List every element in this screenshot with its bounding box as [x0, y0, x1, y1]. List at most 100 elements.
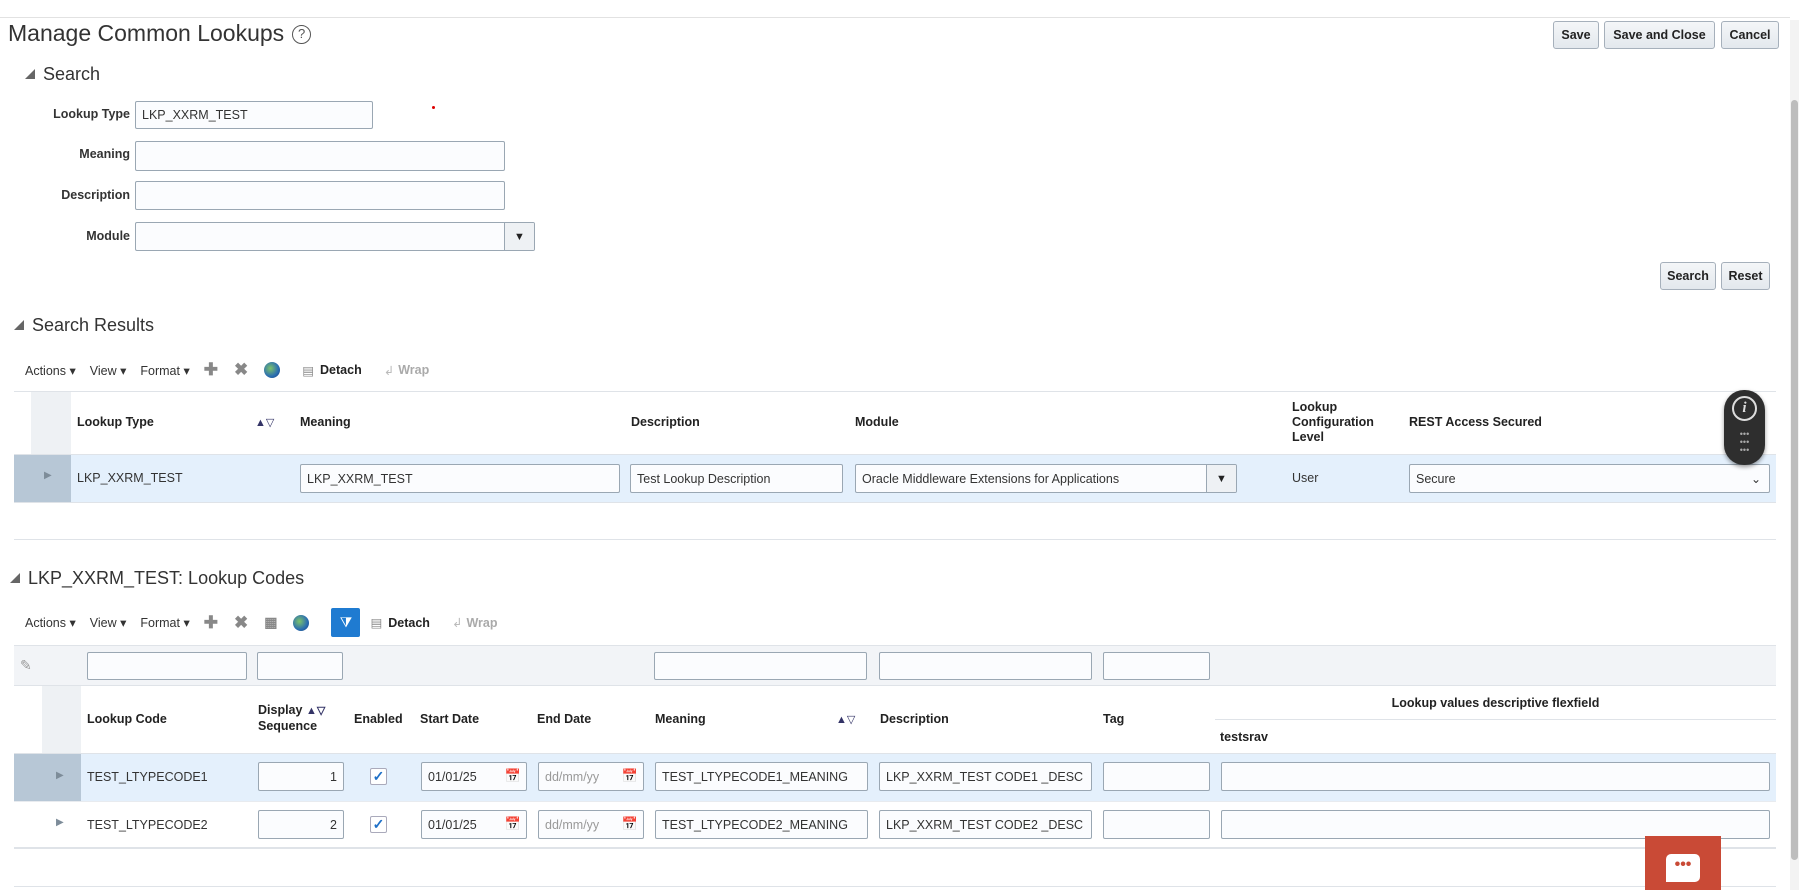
lookup-code-cell: TEST_LTYPECODE2: [87, 818, 208, 832]
filter-tag[interactable]: [1103, 652, 1210, 680]
add-icon[interactable]: ✚: [204, 613, 218, 633]
row-selector[interactable]: ▶: [14, 455, 71, 502]
edit-pencil-icon: ✎: [20, 657, 32, 673]
cancel-button[interactable]: Cancel: [1721, 21, 1779, 49]
scrollbar[interactable]: [1790, 20, 1799, 890]
meaning-input[interactable]: TEST_LTYPECODE2_MEANING: [655, 810, 868, 839]
view-menu[interactable]: View ▾: [90, 363, 127, 378]
col-display-sequence[interactable]: Display ▲▽ Sequence: [258, 703, 325, 734]
search-button[interactable]: Search: [1660, 262, 1716, 290]
chevron-down-icon: ⌄: [1750, 471, 1761, 486]
description-input[interactable]: [135, 181, 505, 210]
reset-button[interactable]: Reset: [1721, 262, 1770, 290]
description-input[interactable]: Test Lookup Description: [630, 464, 843, 493]
col-lookup-type[interactable]: Lookup Type: [77, 415, 154, 429]
grid-dots-icon[interactable]: ••• ••• •••: [1724, 430, 1765, 455]
end-date-input[interactable]: dd/mm/yy 📅: [538, 810, 644, 839]
row-selector[interactable]: ▶: [42, 802, 81, 848]
save-button[interactable]: Save: [1553, 21, 1599, 49]
codes-toolbar: Actions ▾ View ▾ Format ▾ ✚ ✖ ▦ ⧩ ▤ Deta…: [25, 608, 497, 637]
col-tag[interactable]: Tag: [1103, 712, 1124, 726]
col-start-date[interactable]: Start Date: [420, 712, 479, 726]
detach-icon[interactable]: ▤: [370, 615, 382, 630]
actions-menu[interactable]: Actions ▾: [25, 363, 76, 378]
scrollbar-thumb[interactable]: [1791, 100, 1798, 860]
calendar-icon[interactable]: 📅: [505, 816, 521, 832]
format-menu[interactable]: Format ▾: [140, 615, 189, 630]
col-meaning[interactable]: Meaning: [655, 712, 706, 726]
save-and-close-button[interactable]: Save and Close: [1604, 21, 1715, 49]
start-date-input[interactable]: 01/01/25 📅: [421, 762, 527, 791]
columns-icon[interactable]: ▦: [264, 614, 277, 631]
testsrav-input[interactable]: [1221, 810, 1770, 839]
tag-input[interactable]: [1103, 810, 1210, 839]
collapse-icon: [25, 69, 35, 79]
delete-icon[interactable]: ✖: [234, 360, 248, 380]
detach-button[interactable]: Detach: [388, 616, 430, 630]
enabled-checkbox[interactable]: ✓: [370, 816, 387, 833]
lookup-type-input[interactable]: LKP_XXRM_TEST: [135, 101, 373, 129]
detach-button[interactable]: Detach: [320, 363, 362, 377]
dropdown-icon[interactable]: ▼: [504, 223, 534, 250]
testsrav-input[interactable]: [1221, 762, 1770, 791]
col-end-date[interactable]: End Date: [537, 712, 591, 726]
view-menu[interactable]: View ▾: [90, 615, 127, 630]
search-results-header[interactable]: Search Results: [14, 315, 154, 336]
end-date-input[interactable]: dd/mm/yy 📅: [538, 762, 644, 791]
description-input[interactable]: LKP_XXRM_TEST CODE1 _DESC: [879, 762, 1092, 791]
description-input[interactable]: LKP_XXRM_TEST CODE2 _DESC: [879, 810, 1092, 839]
detach-icon[interactable]: ▤: [302, 363, 314, 378]
actions-menu[interactable]: Actions ▾: [25, 615, 76, 630]
col-description[interactable]: Description: [631, 415, 700, 429]
row-selector[interactable]: ▶: [14, 754, 81, 801]
sort-icons: ▲▽: [305, 705, 326, 717]
translate-globe-icon[interactable]: [293, 614, 310, 631]
add-icon[interactable]: ✚: [204, 360, 218, 380]
filter-meaning[interactable]: [654, 652, 867, 680]
help-icon[interactable]: ?: [292, 25, 312, 44]
calendar-icon[interactable]: 📅: [622, 816, 638, 832]
meaning-input[interactable]: TEST_LTYPECODE1_MEANING: [655, 762, 868, 791]
sort-icons[interactable]: ▲▽: [255, 416, 274, 429]
col-config-level[interactable]: Lookup Configuration Level: [1292, 400, 1374, 445]
tag-input[interactable]: [1103, 762, 1210, 791]
col-enabled[interactable]: Enabled: [354, 712, 403, 726]
rest-access-select[interactable]: Secure ⌄: [1409, 464, 1770, 493]
filter-display-sequence[interactable]: [257, 652, 343, 680]
wrap-button: Wrap: [398, 363, 430, 377]
calendar-icon[interactable]: 📅: [505, 768, 521, 784]
translate-globe-icon[interactable]: [264, 362, 281, 378]
sort-icons[interactable]: ▲▽: [836, 713, 855, 726]
chat-button[interactable]: •••: [1645, 836, 1721, 890]
calendar-icon[interactable]: 📅: [622, 768, 638, 784]
lookup-codes-header[interactable]: LKP_XXRM_TEST: Lookup Codes: [10, 568, 304, 589]
query-by-example-button[interactable]: ⧩: [331, 608, 361, 637]
format-menu[interactable]: Format ▾: [140, 363, 189, 378]
description-label: Description: [61, 188, 130, 202]
filter-lookup-code[interactable]: [87, 652, 247, 680]
col-testsrav[interactable]: testsrav: [1220, 730, 1268, 744]
meaning-input[interactable]: [135, 141, 505, 171]
meaning-input[interactable]: LKP_XXRM_TEST: [300, 464, 620, 493]
info-widget[interactable]: i ••• ••• •••: [1724, 390, 1765, 465]
delete-icon[interactable]: ✖: [234, 613, 248, 633]
start-date-input[interactable]: 01/01/25 📅: [421, 810, 527, 839]
col-lookup-code[interactable]: Lookup Code: [87, 712, 167, 726]
col-module[interactable]: Module: [855, 415, 899, 429]
config-level-cell: User: [1292, 471, 1319, 485]
info-icon[interactable]: i: [1732, 396, 1757, 421]
module-select[interactable]: ▼: [135, 222, 535, 251]
col-rest-access[interactable]: REST Access Secured: [1409, 415, 1542, 429]
filter-description[interactable]: [879, 652, 1092, 680]
col-dff-group: Lookup values descriptive flexfield: [1391, 696, 1600, 710]
display-sequence-input[interactable]: 1: [258, 762, 344, 791]
wrap-icon: ↲: [451, 616, 463, 630]
dropdown-icon[interactable]: ▼: [1206, 465, 1236, 492]
col-description[interactable]: Description: [880, 712, 949, 726]
lookup-code-cell: TEST_LTYPECODE1: [87, 770, 208, 784]
col-meaning[interactable]: Meaning: [300, 415, 351, 429]
enabled-checkbox[interactable]: ✓: [370, 768, 387, 785]
display-sequence-input[interactable]: 2: [258, 810, 344, 839]
module-select[interactable]: Oracle Middleware Extensions for Applica…: [855, 464, 1237, 493]
search-section-header[interactable]: Search: [25, 64, 100, 85]
